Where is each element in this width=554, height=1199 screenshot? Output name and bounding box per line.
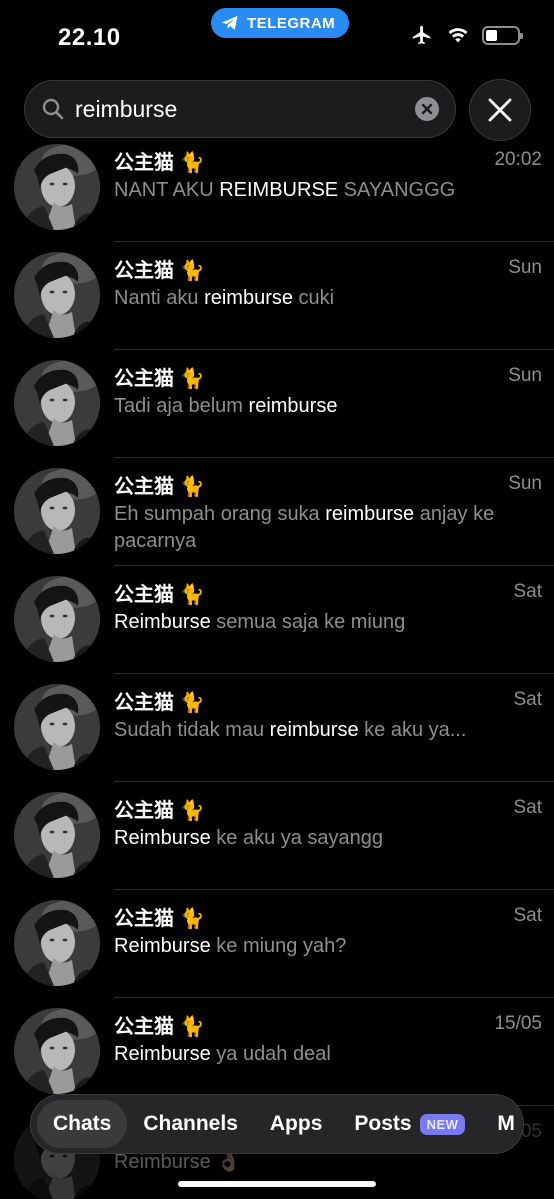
search-results-list: 公主猫 🐈 20:02 NANT AKU REIMBURSE SAYANGGG … [0, 134, 554, 1199]
message-snippet: Tadi aja belum reimburse [114, 393, 544, 420]
chat-result-row[interactable]: 公主猫 🐈 Sat Sudah tidak mau reimburse ke a… [0, 674, 554, 782]
tab-label: Channels [143, 1112, 238, 1135]
clear-icon [421, 103, 433, 115]
snippet-match: reimburse [325, 503, 415, 525]
tab-chats[interactable]: Chats [37, 1100, 128, 1148]
tab-label: M [497, 1112, 515, 1135]
tab-label: Chats [53, 1112, 112, 1135]
status-time: 22.10 [58, 24, 121, 51]
message-date: 15/05 [494, 1013, 542, 1034]
message-snippet: Reimburse semua saja ke miung [114, 609, 544, 636]
chat-name: 公主猫 🐈 [114, 800, 205, 822]
chat-name: 公主猫 🐈 [114, 152, 205, 174]
snippet-text-before: Nanti aku [114, 287, 205, 309]
snippet-match: Reimburse [114, 611, 211, 633]
message-date: 20:02 [494, 149, 542, 170]
avatar [14, 684, 100, 770]
chat-result-row[interactable]: 公主猫 🐈 15/05 Reimburse ya udah deal [0, 998, 554, 1106]
message-date: Sun [508, 365, 542, 386]
chat-result-row[interactable]: 公主猫 🐈 Sat Reimburse semua saja ke miung [0, 566, 554, 674]
chat-result-row[interactable]: 公主猫 🐈 Sun Nanti aku reimburse cuki [0, 242, 554, 350]
snippet-text-after: 👌🏼 [210, 1151, 242, 1173]
message-date: Sun [508, 257, 542, 278]
close-icon [488, 98, 512, 122]
tab-channels[interactable]: Channels [127, 1100, 254, 1148]
snippet-match: Reimburse [114, 935, 211, 957]
search-scope-tabs: Chats Channels Apps Posts NEW M [30, 1094, 524, 1154]
message-date: Sat [513, 797, 542, 818]
snippet-text-before: Tadi aja belum [114, 395, 249, 417]
snippet-match: reimburse [204, 287, 293, 309]
snippet-text-after: ke aku ya... [358, 719, 467, 741]
message-snippet: Reimburse ya udah deal [114, 1041, 544, 1068]
snippet-text-after: cuki [292, 287, 335, 309]
clear-search-button[interactable] [415, 97, 439, 121]
airplane-icon [412, 25, 431, 45]
chat-result-row[interactable]: 公主猫 🐈 Sat Reimburse ke aku ya sayangg [0, 782, 554, 890]
chat-name: 公主猫 🐈 [114, 476, 205, 498]
new-badge: NEW [419, 1113, 466, 1135]
message-date: Sun [508, 473, 542, 494]
snippet-text-before: Sudah tidak mau [114, 719, 270, 741]
chat-result-row[interactable]: 公主猫 🐈 Sat Reimburse ke miung yah? [0, 890, 554, 998]
avatar [14, 576, 100, 662]
avatar [14, 1008, 100, 1094]
tab-posts[interactable]: Posts NEW [338, 1100, 481, 1148]
snippet-match: reimburse [248, 395, 338, 417]
snippet-text-after: ke aku ya sayangg [210, 827, 384, 849]
chat-name: 公主猫 🐈 [114, 908, 205, 930]
chat-name: 公主猫 🐈 [114, 260, 205, 282]
message-snippet: Reimburse ke miung yah? [114, 933, 544, 960]
snippet-match: Reimburse [114, 827, 211, 849]
home-indicator[interactable] [178, 1181, 376, 1187]
chat-name: 公主猫 🐈 [114, 1016, 205, 1038]
message-snippet: Eh sumpah orang suka reimburse anjay ke … [114, 501, 544, 555]
search-icon [42, 98, 64, 120]
status-icons [410, 24, 523, 46]
avatar [14, 360, 100, 446]
status-bar: 22.10 TELEGRAM [0, 0, 554, 72]
snippet-match: Reimburse [114, 1151, 211, 1173]
chat-name: 公主猫 🐈 [114, 368, 205, 390]
wifi-icon [448, 28, 468, 43]
message-snippet: NANT AKU REIMBURSE SAYANGGG [114, 177, 544, 204]
chat-result-row[interactable]: 公主猫 🐈 20:02 NANT AKU REIMBURSE SAYANGGG [0, 134, 554, 242]
message-date: Sat [513, 905, 542, 926]
tab-m[interactable]: M [481, 1100, 523, 1148]
message-snippet: Nanti aku reimburse cuki [114, 285, 544, 312]
snippet-text-after: semua saja ke miung [210, 611, 406, 633]
message-date: Sat [513, 581, 542, 602]
message-snippet: Reimburse ke aku ya sayangg [114, 825, 544, 852]
snippet-text-after: ke miung yah? [210, 935, 347, 957]
message-snippet: Sudah tidak mau reimburse ke aku ya... [114, 717, 544, 744]
snippet-match: reimburse [269, 719, 359, 741]
chat-result-row[interactable]: 公主猫 🐈 Sun Tadi aja belum reimburse [0, 350, 554, 458]
telegram-icon [222, 16, 238, 30]
return-to-app-pill[interactable]: TELEGRAM [211, 8, 350, 38]
chat-name: 公主猫 🐈 [114, 584, 205, 606]
avatar [14, 900, 100, 986]
tab-label: Posts [354, 1112, 412, 1135]
snippet-match: Reimburse [114, 1043, 211, 1065]
avatar [14, 144, 100, 230]
avatar [14, 468, 100, 554]
search-bar[interactable] [24, 80, 456, 138]
snippet-match: REIMBURSE [219, 179, 339, 201]
chat-name: 公主猫 🐈 [114, 692, 205, 714]
snippet-text-before: Eh sumpah orang suka [114, 503, 326, 525]
chat-result-row[interactable]: 公主猫 🐈 Sun Eh sumpah orang suka reimburse… [0, 458, 554, 566]
snippet-text-after: SAYANGGG [338, 179, 456, 201]
avatar [14, 252, 100, 338]
app-pill-label: TELEGRAM [247, 14, 336, 32]
avatar [14, 792, 100, 878]
snippet-text-after: ya udah deal [210, 1043, 331, 1065]
battery-level [486, 29, 497, 41]
tab-apps[interactable]: Apps [254, 1100, 339, 1148]
message-date: Sat [513, 689, 542, 710]
tab-label: Apps [269, 1112, 323, 1135]
close-search-button[interactable] [469, 79, 531, 141]
search-input[interactable] [75, 95, 415, 123]
snippet-text-before: NANT AKU [114, 179, 220, 201]
battery-icon [482, 25, 523, 45]
